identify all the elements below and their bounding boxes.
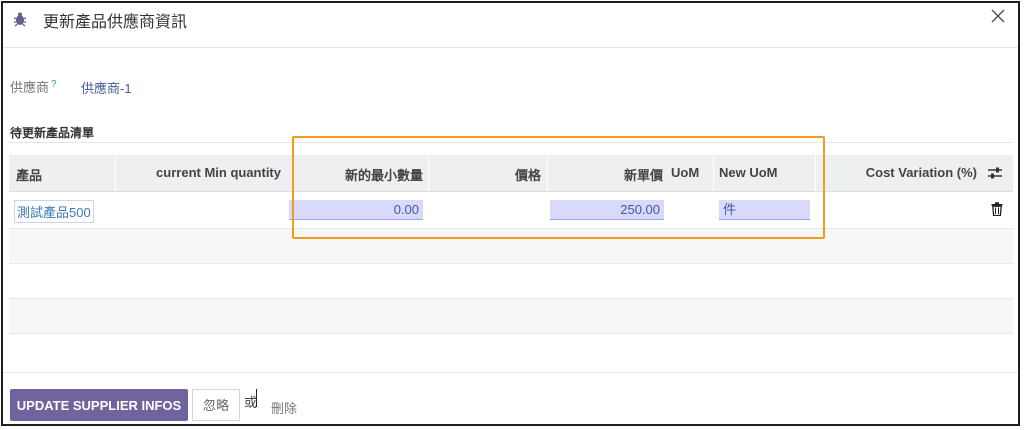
supplier-label-text: 供應商 bbox=[10, 80, 50, 95]
column-settings-icon[interactable] bbox=[987, 165, 1003, 181]
column-header-cost-variation[interactable]: Cost Variation (%) bbox=[866, 165, 977, 180]
dialog: 更新產品供應商資訊 供應商? 供應商-1 待更新產品清單 產品 current … bbox=[1, 1, 1020, 426]
column-divider bbox=[115, 155, 116, 191]
column-header-current-min-qty[interactable]: current Min quantity bbox=[156, 165, 281, 180]
table-row-empty bbox=[9, 299, 1013, 334]
supplier-label: 供應商? bbox=[10, 77, 57, 96]
close-icon[interactable] bbox=[988, 6, 1008, 26]
column-header-product[interactable]: 產品 bbox=[16, 165, 42, 184]
dialog-header: 更新產品供應商資訊 bbox=[3, 3, 1018, 48]
trash-icon[interactable] bbox=[991, 202, 1003, 216]
update-supplier-infos-button[interactable]: UPDATE SUPPLIER INFOS bbox=[10, 389, 188, 421]
dialog-title: 更新產品供應商資訊 bbox=[43, 14, 188, 31]
table-row-empty bbox=[9, 264, 1013, 299]
help-icon[interactable]: ? bbox=[51, 79, 57, 90]
supplier-value: 供應商-1 bbox=[81, 81, 132, 96]
text-cursor bbox=[256, 389, 257, 407]
product-link[interactable]: 測試產品500 bbox=[14, 200, 94, 223]
footer-divider bbox=[3, 372, 1018, 373]
ignore-button[interactable]: 忽略 bbox=[192, 389, 240, 421]
bug-icon bbox=[13, 12, 27, 27]
section-title: 待更新產品清單 bbox=[10, 126, 95, 140]
delete-link[interactable]: 刪除 bbox=[271, 398, 297, 417]
highlight-annotation bbox=[292, 136, 825, 239]
